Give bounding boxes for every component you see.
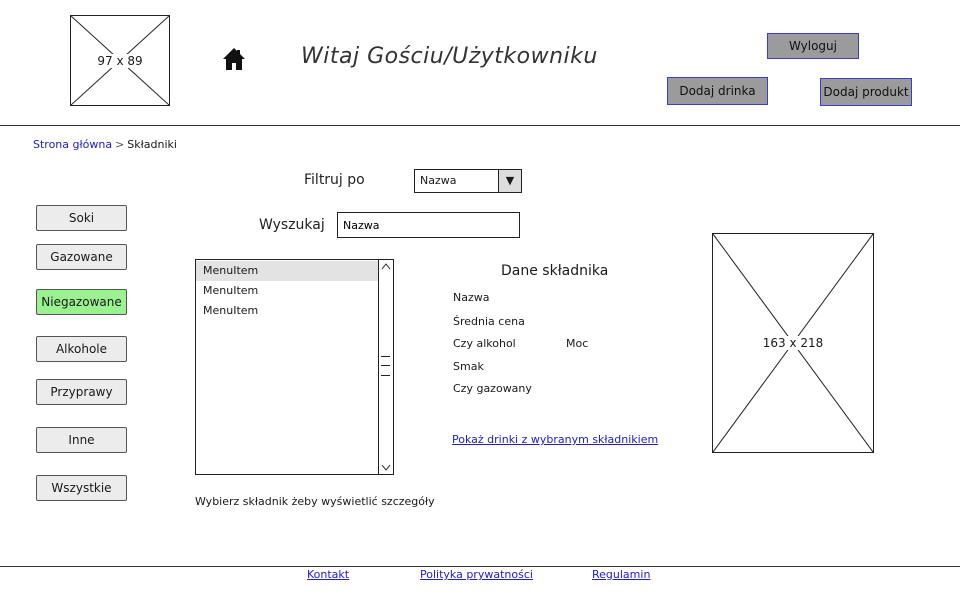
footer-divider <box>0 566 960 567</box>
logo-placeholder: 97 x 89 <box>70 15 170 106</box>
list-scrollbar[interactable] <box>378 260 393 474</box>
search-label: Wyszukaj <box>259 217 325 233</box>
add-product-button[interactable]: Dodaj produkt <box>820 78 912 106</box>
filter-select-value: Nazwa <box>420 174 457 187</box>
footer-contact-link[interactable]: Kontakt <box>307 568 349 581</box>
logo-size-label: 97 x 89 <box>96 53 144 68</box>
ingredient-list[interactable]: MenuItem MenuItem MenuItem <box>195 259 394 475</box>
footer-privacy-link[interactable]: Polityka prywatności <box>420 568 533 581</box>
filter-label: Filtruj po <box>304 172 365 188</box>
category-inne-button[interactable]: Inne <box>36 427 127 453</box>
details-title: Dane składnika <box>501 263 609 279</box>
breadcrumb-home-link[interactable]: Strona główna <box>33 138 112 151</box>
category-alkohole-button[interactable]: Alkohole <box>36 336 127 362</box>
breadcrumb-current: Składniki <box>127 138 177 151</box>
category-soki-button[interactable]: Soki <box>36 205 127 231</box>
category-gazowane-button[interactable]: Gazowane <box>36 244 127 270</box>
detail-strength: Moc <box>566 337 589 350</box>
add-drink-button[interactable]: Dodaj drinka <box>667 77 768 105</box>
breadcrumb-separator: > <box>115 138 125 151</box>
detail-is-alcohol: Czy alkohol <box>453 337 516 350</box>
header-divider <box>0 125 960 126</box>
dropdown-arrow-icon[interactable]: ▼ <box>498 170 521 192</box>
ingredient-image-placeholder: 163 x 218 <box>712 233 874 453</box>
detail-is-carbonated: Czy gazowany <box>453 382 532 395</box>
category-wszystkie-button[interactable]: Wszystkie <box>36 475 127 501</box>
detail-name: Nazwa <box>453 291 490 304</box>
list-item[interactable]: MenuItem <box>196 261 378 281</box>
selection-hint: Wybierz składnik żeby wyświetlić szczegó… <box>195 495 435 508</box>
logout-button[interactable]: Wyloguj <box>767 33 859 59</box>
breadcrumb: Strona główna > Składniki <box>33 138 177 151</box>
category-niegazowane-button[interactable]: Niegazowane <box>36 289 127 315</box>
filter-select[interactable]: Nazwa ▼ <box>414 169 522 193</box>
search-input[interactable] <box>337 212 520 238</box>
home-icon[interactable] <box>222 47 246 71</box>
list-item[interactable]: MenuItem <box>196 301 378 321</box>
scroll-up-icon[interactable] <box>379 260 393 274</box>
welcome-heading: Witaj Gościu/Użytkowniku <box>301 44 598 69</box>
image-size-label: 163 x 218 <box>761 336 825 350</box>
list-item[interactable]: MenuItem <box>196 281 378 301</box>
category-przyprawy-button[interactable]: Przyprawy <box>36 379 127 405</box>
detail-avg-price: Średnia cena <box>453 315 525 328</box>
scroll-thumb[interactable] <box>381 356 390 376</box>
show-drinks-link[interactable]: Pokaż drinki z wybranym składnikiem <box>452 433 658 446</box>
scroll-down-icon[interactable] <box>379 460 393 474</box>
detail-taste: Smak <box>453 360 484 373</box>
footer-terms-link[interactable]: Regulamin <box>592 568 650 581</box>
